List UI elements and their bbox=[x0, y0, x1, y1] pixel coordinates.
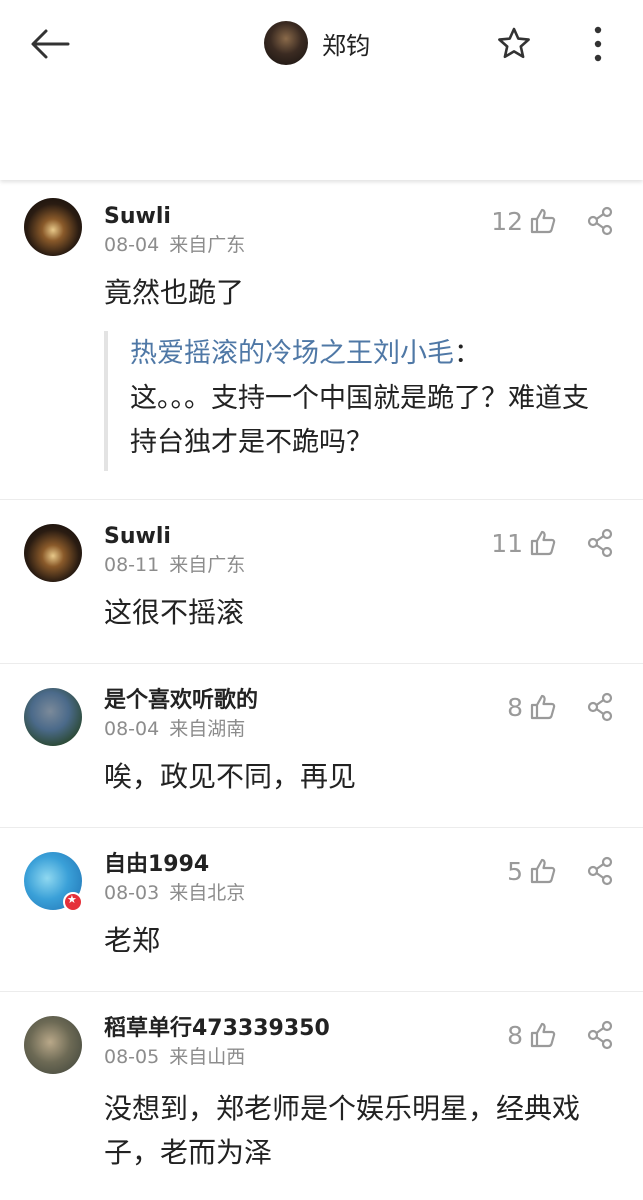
quote-text: 这。。。支持一个中国就是跪了？难道支持台独才是不跪吗？ bbox=[130, 383, 589, 458]
comment-date: 08-11 bbox=[104, 554, 160, 576]
avatar[interactable] bbox=[24, 524, 82, 582]
comment-date: 08-04 bbox=[104, 234, 160, 256]
share-icon[interactable] bbox=[585, 206, 615, 236]
thumbs-up-icon[interactable] bbox=[529, 207, 557, 235]
comment-actions: 12 bbox=[491, 206, 615, 236]
quote-colon: ： bbox=[454, 338, 481, 369]
comment-actions: 5 bbox=[507, 856, 615, 886]
like-count: 11 bbox=[491, 528, 523, 558]
comment-actions: 11 bbox=[491, 528, 615, 558]
top-app-bar: 郑钧 bbox=[0, 0, 643, 180]
quote-author[interactable]: 热爱摇滚的冷场之王刘小毛 bbox=[130, 338, 454, 369]
comment-actions: 8 bbox=[507, 1020, 615, 1050]
comment-text: 老郑 bbox=[104, 924, 161, 957]
like-count: 5 bbox=[507, 856, 523, 886]
thumbs-up-icon[interactable] bbox=[529, 529, 557, 557]
share-icon[interactable] bbox=[585, 692, 615, 722]
comment-text: 竟然也跪了 bbox=[104, 276, 245, 309]
comment-item: 是个喜欢听歌的 08-04 来自湖南 唉，政见不同，再见 8 bbox=[0, 664, 643, 828]
favorite-button[interactable] bbox=[495, 25, 533, 63]
like-count: 8 bbox=[507, 692, 523, 722]
more-button[interactable] bbox=[586, 24, 610, 64]
share-icon[interactable] bbox=[585, 856, 615, 886]
avatar[interactable] bbox=[24, 198, 82, 256]
comment-item: Suwli 08-11 来自广东 这很不摇滚 11 bbox=[0, 500, 643, 664]
back-arrow-icon bbox=[31, 29, 70, 59]
avatar[interactable] bbox=[24, 1016, 82, 1074]
comment-item: 自由1994 08-03来自北京 老郑 5 bbox=[0, 828, 643, 992]
quoted-reply[interactable]: 热爱摇滚的冷场之王刘小毛： 这。。。支持一个中国就是跪了？难道支持台独才是不跪吗… bbox=[104, 331, 615, 471]
comment-location: 来自湖南 bbox=[169, 718, 246, 740]
share-icon[interactable] bbox=[585, 1020, 615, 1050]
like-count: 8 bbox=[507, 1020, 523, 1050]
comment-location: 来自北京 bbox=[169, 882, 246, 904]
thumbs-up-icon[interactable] bbox=[529, 693, 557, 721]
comment-date: 08-04 bbox=[104, 718, 160, 740]
comment-date: 08-03 bbox=[104, 882, 160, 904]
avatar[interactable] bbox=[24, 688, 82, 746]
comment-location: 来自广东 bbox=[169, 554, 246, 576]
page-title: 郑钧 bbox=[322, 31, 370, 60]
star-icon bbox=[498, 27, 530, 59]
thumbs-up-icon[interactable] bbox=[529, 1021, 557, 1049]
thumbs-up-icon[interactable] bbox=[529, 857, 557, 885]
like-count: 12 bbox=[491, 206, 523, 236]
comment-meta: 08-04 来自广东 bbox=[104, 233, 643, 257]
comment-text: 这很不摇滚 bbox=[104, 596, 245, 629]
comment-date: 08-05 bbox=[104, 1046, 160, 1068]
comment-item: Suwli 08-04 来自广东 竟然也跪了 热爱摇滚的冷场之王刘小毛： 这。。。… bbox=[0, 180, 643, 500]
comment-location: 来自山西 bbox=[169, 1046, 246, 1068]
comment-text: 唉，政见不同，再见 bbox=[104, 760, 357, 793]
share-icon[interactable] bbox=[585, 528, 615, 558]
more-vertical-icon bbox=[594, 26, 602, 62]
comment-text: 没想到，郑老师是个娱乐明星，经典戏子，老而为泽 bbox=[104, 1092, 581, 1169]
comment-location: 来自广东 bbox=[169, 234, 246, 256]
comment-list: Suwli 08-04 来自广东 竟然也跪了 热爱摇滚的冷场之王刘小毛： 这。。。… bbox=[0, 180, 643, 1200]
avatar[interactable] bbox=[264, 21, 308, 65]
verified-badge-icon bbox=[63, 892, 83, 912]
comment-item: 稻草单行473339350 08-05 来自山西 没想到，郑老师是个娱乐明星，经典… bbox=[0, 992, 643, 1200]
comment-actions: 8 bbox=[507, 692, 615, 722]
back-button[interactable] bbox=[28, 26, 72, 62]
header-title-group[interactable]: 郑钧 bbox=[264, 20, 370, 66]
